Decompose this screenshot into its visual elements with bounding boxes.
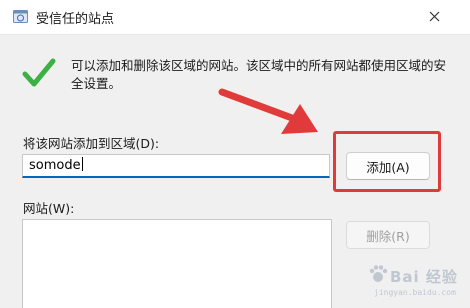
add-button[interactable]: 添加(A) (346, 152, 430, 180)
title-bar: 受信任的站点 (0, 0, 470, 35)
close-button[interactable] (424, 6, 444, 26)
site-url-value: somode (29, 158, 81, 173)
site-url-input[interactable]: somode (22, 154, 330, 178)
text-caret (81, 157, 83, 171)
globe-shield-icon (13, 10, 28, 23)
paw-logo-icon (369, 265, 388, 282)
window-title: 受信任的站点 (36, 12, 115, 27)
baidu-watermark: Bai 经验 jingyan.baidu.com (368, 258, 464, 304)
sites-label: 网站(W): (23, 201, 75, 216)
close-icon (429, 11, 439, 21)
watermark-text: Bai 经验 (390, 268, 458, 286)
zone-info-text: 可以添加和删除该区域的网站。该区域中的所有网站都使用区域的安全设置。 (71, 58, 447, 91)
green-check-icon (22, 58, 56, 87)
sites-list[interactable] (22, 219, 332, 308)
watermark-subtext: jingyan.baidu.com (374, 288, 456, 297)
remove-button: 删除(R) (346, 221, 430, 249)
add-site-label: 将该网站添加到区域(D): (23, 136, 160, 151)
